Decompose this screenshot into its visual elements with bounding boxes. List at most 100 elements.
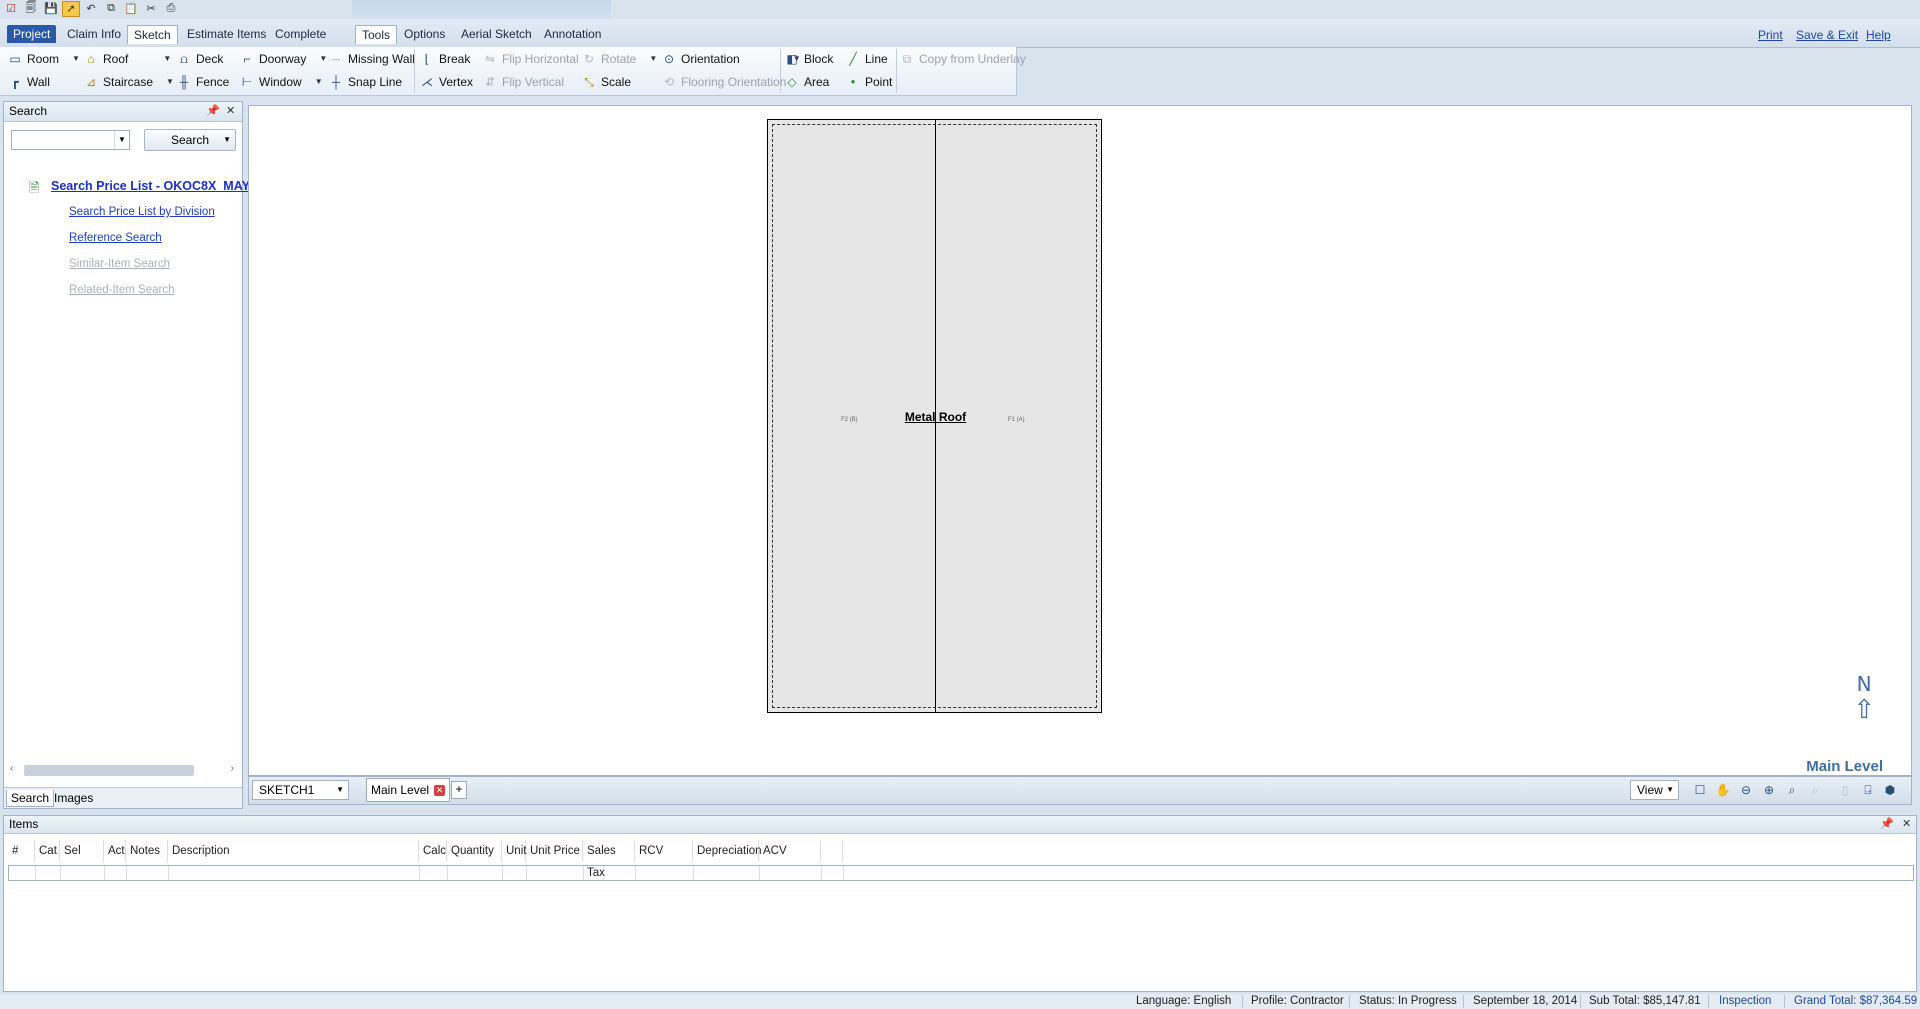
copy-icon[interactable]: ⧉ <box>102 1 120 17</box>
col-description[interactable]: Description <box>168 840 419 862</box>
search-by-division-link[interactable]: Search Price List by Division <box>69 206 215 218</box>
flooring-orientation-button[interactable]: ⟲ Flooring Orientation <box>662 72 786 92</box>
snap-line-button[interactable]: ┼ Snap Line <box>329 72 402 92</box>
chevron-down-icon[interactable]: ▼ <box>1666 781 1674 799</box>
metal-roof-shape[interactable]: F2 (B) F1 (A) Metal Roof <box>767 119 1102 713</box>
print-preview-icon[interactable]: ⎙ <box>162 1 180 17</box>
area-button[interactable]: ◇ Area <box>785 72 829 92</box>
paste-icon[interactable]: 📋 <box>122 1 140 17</box>
fence-button[interactable]: ╫ Fence <box>177 72 230 92</box>
flip-vertical-button[interactable]: ⇵ Flip Vertical <box>483 72 564 92</box>
col-number[interactable]: # <box>8 840 35 862</box>
close-icon[interactable]: ✕ <box>226 102 235 121</box>
wall-button[interactable]: ┏ Wall <box>8 72 50 92</box>
related-item-search-link[interactable]: Related-Item Search <box>69 284 174 296</box>
cut-icon[interactable]: ✂ <box>142 1 160 17</box>
tab-search[interactable]: Search <box>6 790 55 807</box>
tab-aerial-sketch[interactable]: Aerial Sketch <box>455 25 538 43</box>
chevron-down-icon[interactable]: ▼ <box>336 781 344 799</box>
save-exit-link[interactable]: Save & Exit <box>1796 28 1858 42</box>
vertex-button[interactable]: ⋌ Vertex <box>420 72 473 92</box>
zoom-out-icon[interactable]: ⊖ <box>1737 781 1755 799</box>
status-inspection[interactable]: Inspection <box>1719 995 1771 1007</box>
col-acv[interactable]: ACV <box>759 840 821 862</box>
pan-hand-icon[interactable]: ✋ <box>1714 781 1732 799</box>
roof-button[interactable]: ⌂ Roof ▼ <box>84 49 171 69</box>
chevron-down-icon[interactable]: ▼ <box>163 49 171 69</box>
window-button[interactable]: ⊢ Window ▼ <box>240 72 323 92</box>
export-icon[interactable]: ⍈ <box>1859 781 1877 799</box>
tab-images[interactable]: Images <box>50 790 97 806</box>
deck-button[interactable]: ⩍ Deck <box>177 49 223 69</box>
missing-wall-button[interactable]: ⋯ Missing Wall <box>329 49 415 69</box>
chevron-down-icon[interactable]: ▼ <box>649 49 657 69</box>
col-unit[interactable]: Unit <box>502 840 526 862</box>
tab-main-level[interactable]: Main Level ✕ <box>366 778 451 802</box>
view-select[interactable]: View ▼ <box>1630 780 1679 800</box>
col-depreciation[interactable]: Depreciation <box>693 840 762 862</box>
room-button[interactable]: ▭ Room ▼ <box>8 49 80 69</box>
chevron-down-icon[interactable]: ▼ <box>114 131 129 149</box>
point-button[interactable]: ● Point <box>846 72 893 92</box>
scroll-right-icon[interactable]: › <box>231 763 234 774</box>
col-unit-price[interactable]: Unit Price <box>526 840 583 862</box>
print-link[interactable]: Print <box>1758 28 1783 42</box>
tab-tools[interactable]: Tools <box>355 25 398 44</box>
search-input[interactable]: ▼ <box>11 130 130 150</box>
select-box-icon[interactable]: ☐ <box>1691 781 1709 799</box>
table-row[interactable] <box>8 865 1914 881</box>
col-calc[interactable]: Calc <box>419 840 447 862</box>
scrollbar-thumb[interactable] <box>24 765 194 776</box>
help-link[interactable]: Help <box>1866 28 1891 42</box>
chevron-down-icon[interactable]: ▼ <box>223 130 231 150</box>
add-level-button[interactable]: + <box>451 781 467 799</box>
open-icon[interactable]: 🗐 <box>22 1 40 17</box>
scale-button[interactable]: ⤡ Scale <box>582 72 631 92</box>
tab-sketch[interactable]: Sketch <box>127 25 178 44</box>
col-act[interactable]: Act <box>104 840 126 862</box>
select-pointer-icon[interactable]: ➚ <box>62 0 80 17</box>
undo-icon[interactable]: ↶ <box>82 1 100 17</box>
col-rcv[interactable]: RCV <box>635 840 693 862</box>
sketch-canvas[interactable]: F2 (B) F1 (A) Metal Roof N ⇧ Main Level <box>248 105 1912 776</box>
chevron-down-icon[interactable]: ▼ <box>319 49 327 69</box>
tab-project[interactable]: Project <box>7 25 57 43</box>
pin-icon[interactable]: 📌 <box>1880 816 1894 833</box>
search-button[interactable]: Search ▼ <box>144 129 236 151</box>
flip-horizontal-button[interactable]: ⇋ Flip Horizontal <box>483 49 579 69</box>
col-extra[interactable] <box>821 840 843 862</box>
block-button[interactable]: ◧ Block <box>785 49 833 69</box>
reference-search-link[interactable]: Reference Search <box>69 232 162 244</box>
close-tab-icon[interactable]: ✕ <box>434 784 446 796</box>
tab-estimate-items[interactable]: Estimate Items <box>181 25 272 43</box>
tab-annotation[interactable]: Annotation <box>538 25 607 43</box>
tab-complete[interactable]: Complete <box>269 25 332 43</box>
3d-view-icon[interactable]: ⬢ <box>1881 781 1899 799</box>
staircase-button[interactable]: ⊿ Staircase ▼ <box>84 72 174 92</box>
zoom-fit-icon[interactable]: ⌕ <box>1783 781 1801 799</box>
pin-icon[interactable]: 📌 <box>206 102 220 121</box>
col-sales-tax[interactable]: Sales Tax <box>583 840 635 879</box>
horizontal-scrollbar[interactable]: ‹ › <box>8 763 236 778</box>
tab-options[interactable]: Options <box>398 25 451 43</box>
similar-item-search-link[interactable]: Similar-Item Search <box>69 258 170 270</box>
checklist-icon[interactable]: ☑ <box>2 1 20 17</box>
save-icon[interactable]: 💾 <box>42 1 60 17</box>
col-sel[interactable]: Sel <box>60 840 104 862</box>
line-button[interactable]: ╱ Line <box>846 49 887 69</box>
sketch-select[interactable]: SKETCH1 ▼ <box>252 780 349 800</box>
break-button[interactable]: ⌊ Break <box>420 49 471 69</box>
blank-page-icon[interactable]: ▯ <box>1836 781 1854 799</box>
zoom-in-icon[interactable]: ⊕ <box>1760 781 1778 799</box>
zoom-selection-icon[interactable]: ⌕ <box>1806 781 1824 799</box>
rotate-button[interactable]: ↻ Rotate ▼ <box>582 49 657 69</box>
col-quantity[interactable]: Quantity <box>447 840 502 862</box>
tab-claim-info[interactable]: Claim Info <box>61 25 127 43</box>
chevron-down-icon[interactable]: ▼ <box>315 72 323 92</box>
doorway-button[interactable]: ⌐ Doorway ▼ <box>240 49 327 69</box>
chevron-down-icon[interactable]: ▼ <box>72 49 80 69</box>
col-notes[interactable]: Notes <box>126 840 168 862</box>
chevron-down-icon[interactable]: ▼ <box>166 72 174 92</box>
copy-from-underlay-button[interactable]: ⧉ Copy from Underlay <box>900 49 1026 69</box>
search-price-list-link[interactable]: Search Price List - OKOC8X_MAY <box>51 179 250 193</box>
